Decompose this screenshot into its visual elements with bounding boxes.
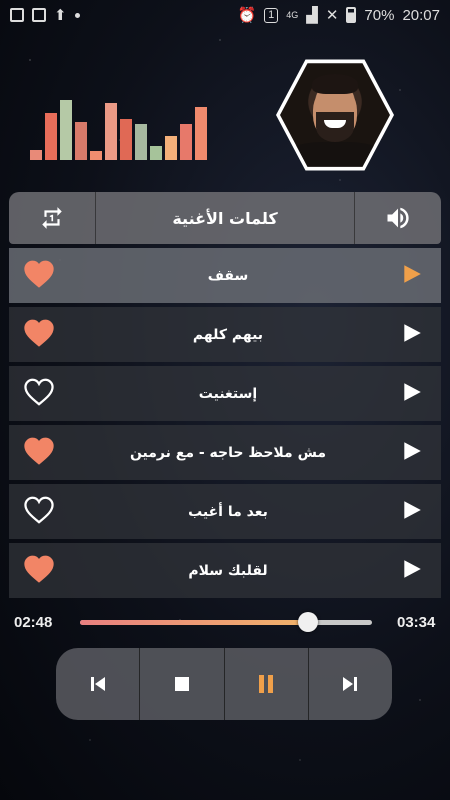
play-button[interactable] [401,381,423,407]
song-title: سقف [207,267,249,284]
song-row[interactable]: سقف [9,248,441,303]
play-button[interactable] [401,440,423,466]
clock: 20:07 [402,6,440,24]
play-icon [404,323,421,342]
status-notifications: ⬆ [10,6,80,24]
equalizer-visualizer [30,98,214,160]
seek-bar[interactable] [80,612,372,632]
signal-icon: ▟ [306,7,318,24]
heart-icon [24,260,54,288]
equalizer-bar [180,124,192,160]
heart-icon [24,319,54,347]
battery-percent: 70% [364,6,395,24]
song-row[interactable]: مش ملاحظ حاجه - مع نرمين [9,425,441,480]
equalizer-bar [60,100,72,160]
equalizer-bar [135,124,147,160]
no-sim-icon: ✕ [325,7,339,24]
stop-button[interactable] [139,648,223,720]
playback-controls [56,648,392,720]
artist-photo [280,63,390,167]
equalizer-bar [30,150,42,160]
play-button[interactable] [401,263,423,289]
status-system: ⏰ 1 4G ▟ ✕ 70% 20:07 [237,6,440,25]
equalizer-bar [150,146,162,160]
equalizer-bar [105,103,117,160]
equalizer-bar [195,107,207,160]
current-time: 02:48 [14,614,53,631]
song-title: لقلبك سلام [188,562,268,579]
volume-button[interactable] [355,192,441,244]
song-row[interactable]: إستغنيت [9,366,441,421]
header-bar: كلمات الأغنية [9,192,441,244]
heart-icon [24,496,54,524]
total-time: 03:34 [397,614,436,631]
equalizer-bar [75,122,87,160]
more-notifications-icon [74,12,80,18]
heart-icon [24,378,54,406]
heart-icon [24,437,54,465]
battery-icon [346,7,357,23]
previous-button[interactable] [56,648,139,720]
favorite-button[interactable] [23,260,55,292]
song-title: إستغنيت [198,385,258,402]
heart-icon [24,555,54,583]
play-icon [404,264,421,283]
next-button[interactable] [307,648,392,720]
alarm-icon: ⏰ [237,7,257,24]
repeat-one-icon [42,207,62,229]
play-icon [404,382,421,401]
favorite-button[interactable] [23,378,55,410]
song-row[interactable]: بعد ما أغيب [9,484,441,539]
stop-icon [174,677,189,691]
favorite-button[interactable] [23,437,55,469]
equalizer-bar [45,113,57,160]
download-notification-icon: ⬆ [54,7,67,24]
equalizer-bar [90,151,102,160]
seek-thumb[interactable] [297,612,318,632]
favorite-button[interactable] [23,555,55,587]
status-bar: ⬆ ⏰ 1 4G ▟ ✕ 70% 20:07 [0,0,450,30]
favorite-button[interactable] [23,319,55,351]
music-notification-icon [10,8,24,22]
song-list: سقف بيهم كلهم إستغنيت مش ملاحظ حاجه - مع نر… [9,248,441,602]
network-label: 4G [286,9,299,20]
repeat-button[interactable] [9,192,95,244]
pause-icon [259,675,274,693]
play-button[interactable] [401,322,423,348]
play-button[interactable] [401,499,423,525]
equalizer-bar [165,136,177,160]
volume-icon [387,207,409,229]
favorite-button[interactable] [23,496,55,528]
artist-avatar [276,59,394,171]
lyrics-button[interactable]: كلمات الأغنية [95,192,355,244]
song-title: بيهم كلهم [192,326,264,343]
play-icon [404,559,421,578]
song-title: مش ملاحظ حاجه - مع نرمين [129,444,327,461]
seek-progress [80,620,308,625]
song-row[interactable]: لقلبك سلام [9,543,441,598]
play-icon [404,441,421,460]
pause-button[interactable] [223,648,308,720]
next-icon [343,677,358,691]
play-icon [404,500,421,519]
play-button[interactable] [401,558,423,584]
sim-badge: 1 [264,7,279,23]
song-row[interactable]: بيهم كلهم [9,307,441,362]
previous-icon [90,677,105,691]
song-title: بعد ما أغيب [188,503,268,520]
equalizer-bar [120,119,132,160]
gallery-notification-icon [32,8,46,22]
